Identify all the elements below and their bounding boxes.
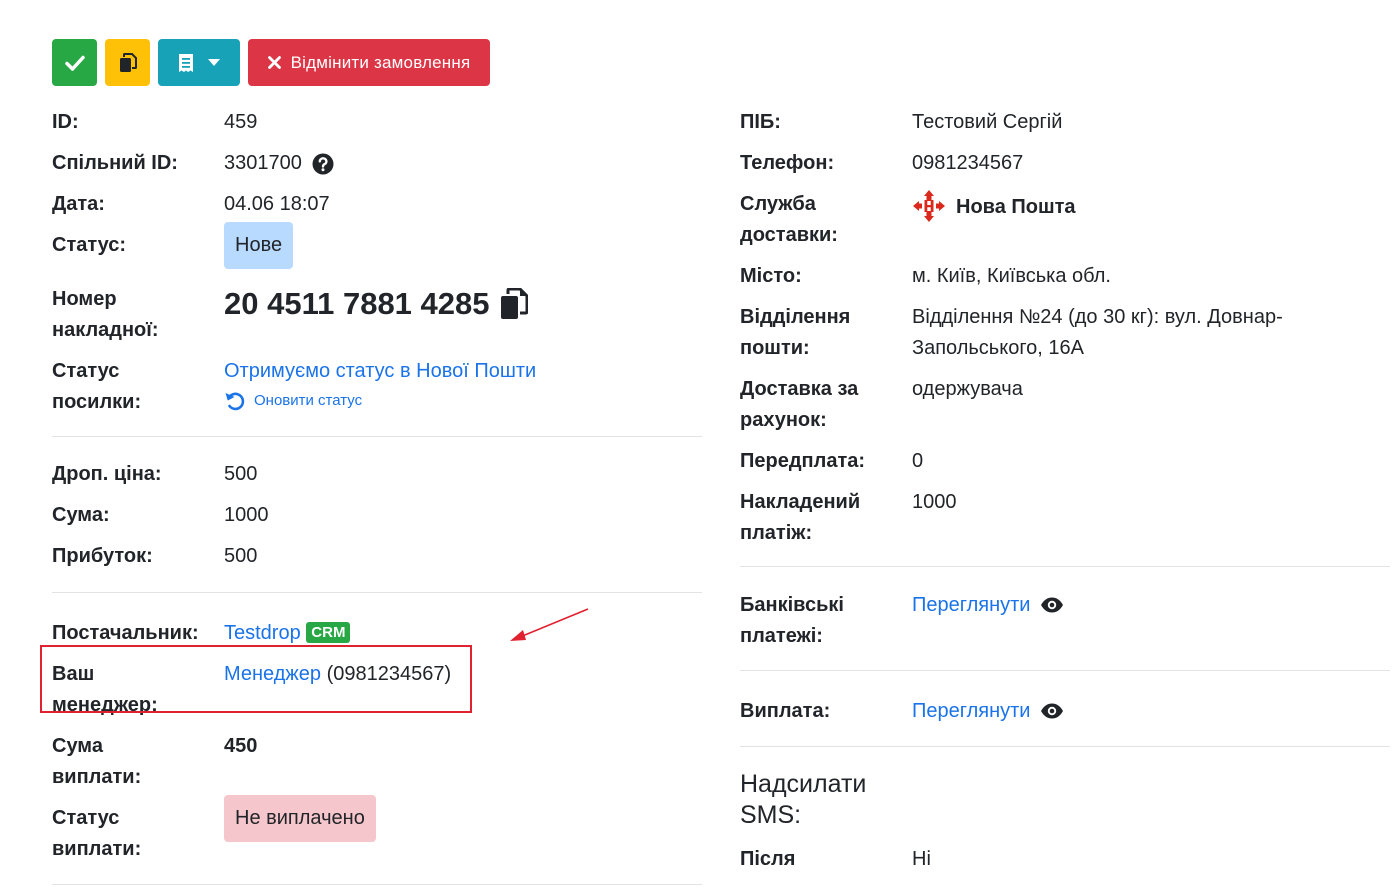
payer-row: Доставка за рахунок: одержувача — [740, 369, 1390, 441]
status-badge: Нове — [224, 222, 294, 269]
check-icon — [64, 55, 85, 71]
sum-label: Сума: — [52, 504, 110, 526]
customer-name-row: ПІБ: Тестовий Сергій — [740, 102, 1390, 143]
shared-id-label: Спільний ID: — [52, 152, 178, 174]
branch-row: Відділення пошти: Відділення №24 (до 30 к… — [740, 297, 1390, 369]
order-toolbar: Відмінити замовлення — [52, 39, 490, 86]
cancel-order-label: Відмінити замовлення — [290, 52, 471, 72]
status-label: Статус: — [52, 234, 127, 256]
refresh-icon — [225, 392, 245, 411]
annotation-arrow-icon — [510, 608, 589, 641]
delivery-service-value: Нова Пошта — [956, 196, 1076, 218]
crm-badge: CRM — [306, 622, 351, 643]
supplier-link[interactable]: Testdrop — [224, 622, 301, 644]
prepay-row: Передплата: 0 — [740, 441, 1390, 482]
payout-sum-value: 450 — [224, 735, 258, 757]
payer-label: Доставка за рахунок: — [740, 378, 859, 431]
parcel-status-label: Статус посилки: — [52, 360, 142, 413]
drop-price-value: 500 — [224, 463, 258, 485]
delivery-service-label: Служба доставки: — [740, 193, 838, 246]
prepay-label: Передплата: — [740, 450, 866, 472]
phone-value: 0981234567 — [912, 152, 1024, 174]
confirm-button[interactable] — [52, 39, 97, 86]
date-label: Дата: — [52, 193, 105, 215]
ttn-value: 20 4511 7881 4285 — [224, 286, 490, 321]
payout-status-badge: Не виплачено — [224, 795, 376, 842]
bank-payments-label: Банківські платежі: — [740, 594, 844, 647]
cod-value: 1000 — [912, 491, 957, 513]
divider — [740, 670, 1390, 671]
sms-after-label: Після — [740, 848, 796, 870]
delivery-service-row: Служба доставки: Нова Пошта — [740, 184, 1390, 256]
branch-value: Відділення №24 (до 30 кг): вул. Довнар- З… — [912, 306, 1283, 359]
shared-id-row: Спільний ID: 3301700 — [52, 143, 702, 184]
divider — [52, 436, 702, 437]
drop-price-row: Дроп. ціна: 500 — [52, 454, 702, 495]
payout-row: Виплата: Переглянути — [740, 691, 1390, 732]
payout-status-row: Статус виплати: Не виплачено — [52, 795, 702, 870]
ttn-row: Номер накладної: 20 4511 7881 4285 — [52, 279, 702, 351]
divider — [740, 566, 1390, 567]
copy-icon — [119, 52, 137, 72]
payout-status-label: Статус виплати: — [52, 807, 142, 860]
eye-icon[interactable] — [1040, 597, 1064, 613]
payer-value: одержувача — [912, 378, 1023, 400]
cod-row: Накладений платіж: 1000 — [740, 482, 1390, 554]
profit-label: Прибуток: — [52, 545, 153, 567]
date-row: Дата: 04.06 18:07 — [52, 184, 702, 225]
caret-down-icon — [208, 58, 220, 66]
city-label: Місто: — [740, 265, 802, 287]
refresh-status-label: Оновити статус — [254, 392, 363, 409]
drop-price-label: Дроп. ціна: — [52, 463, 162, 485]
cancel-order-button[interactable]: Відмінити замовлення — [248, 39, 490, 86]
phone-row: Телефон: 0981234567 — [740, 143, 1390, 184]
payout-label: Виплата: — [740, 700, 831, 722]
profit-row: Прибуток: 500 — [52, 536, 702, 577]
shared-id-value: 3301700 — [224, 152, 302, 174]
nova-poshta-logo-icon — [913, 190, 945, 222]
sms-heading: Надсилати SMS: — [740, 770, 867, 829]
parcel-status-link[interactable]: Отримуємо статус в Нової Пошти — [224, 356, 702, 387]
payout-sum-row: Сума виплати: 450 — [52, 726, 702, 798]
payout-link[interactable]: Переглянути — [912, 696, 1030, 727]
question-circle-icon[interactable] — [312, 153, 334, 175]
refresh-status-link[interactable]: Оновити статус — [224, 389, 702, 413]
bank-payments-row: Банківські платежі: Переглянути — [740, 585, 1390, 657]
order-id-value: 459 — [224, 111, 258, 133]
date-value: 04.06 18:07 — [224, 193, 330, 215]
order-id-label: ID: — [52, 111, 79, 133]
sms-after-row: Після Ні — [740, 839, 1390, 880]
parcel-status-row: Статус посилки: Отримуємо статус в Нової … — [52, 351, 702, 423]
cod-label: Накладений платіж: — [740, 491, 861, 544]
copy-order-button[interactable] — [105, 39, 150, 86]
order-id-row: ID: 459 — [52, 102, 702, 143]
close-icon — [267, 56, 281, 69]
sum-value: 1000 — [224, 504, 269, 526]
eye-icon[interactable] — [1040, 703, 1064, 719]
customer-info-column: ПІБ: Тестовий Сергій Телефон: 0981234567… — [740, 102, 1390, 880]
prepay-value: 0 — [912, 450, 924, 472]
sum-row: Сума: 1000 — [52, 495, 702, 536]
customer-name-value: Тестовий Сергій — [912, 111, 1063, 133]
status-row: Статус: Нове — [52, 222, 702, 279]
city-row: Місто: м. Київ, Київська обл. — [740, 256, 1390, 297]
branch-label: Відділення пошти: — [740, 306, 851, 359]
receipt-dropdown-button[interactable] — [158, 39, 240, 86]
city-value: м. Київ, Київська обл. — [912, 265, 1111, 287]
annotation-highlight-box — [40, 645, 472, 713]
receipt-icon — [179, 53, 193, 72]
ttn-label: Номер накладної: — [52, 288, 159, 341]
phone-label: Телефон: — [740, 152, 835, 174]
copy-icon[interactable] — [500, 288, 528, 320]
order-info-column: ID: 459 Спільний ID: 3301700 Дата: 04.06… — [52, 102, 702, 888]
payout-sum-label: Сума виплати: — [52, 735, 142, 788]
customer-name-label: ПІБ: — [740, 111, 781, 133]
profit-value: 500 — [224, 545, 258, 567]
divider — [52, 884, 702, 885]
sms-after-value: Ні — [912, 848, 931, 870]
divider — [52, 592, 702, 593]
bank-payments-link[interactable]: Переглянути — [912, 590, 1030, 621]
